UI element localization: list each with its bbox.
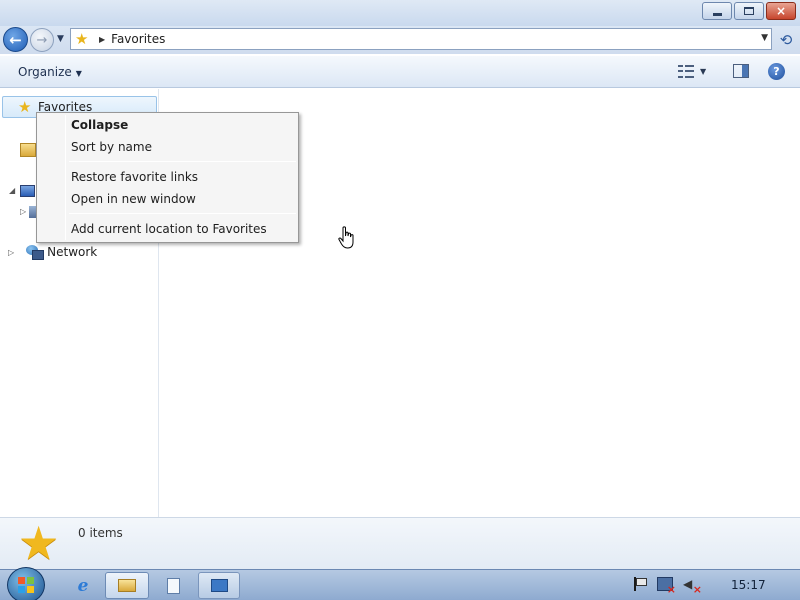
refresh-button[interactable]: ⟲: [776, 30, 796, 50]
menu-item-restore-favorite-links[interactable]: Restore favorite links: [39, 167, 296, 187]
star-icon: ★: [75, 30, 89, 48]
taskbar-notepad[interactable]: [153, 572, 193, 599]
volume-muted-icon[interactable]: ◀: [683, 577, 702, 596]
nav-item-label: Network: [47, 245, 98, 259]
network-icon: [26, 245, 45, 260]
taskbar-remote-desktop[interactable]: [198, 572, 240, 599]
recent-pages-dropdown[interactable]: ▼: [57, 34, 64, 44]
command-bar: Organize ▼ ▼ ?: [0, 56, 800, 88]
organize-label: Organize: [18, 65, 72, 79]
help-icon: ?: [773, 65, 780, 78]
address-dropdown-icon[interactable]: ▼: [761, 33, 768, 43]
item-count: 0 items: [78, 526, 123, 540]
address-bar[interactable]: ★ ▶ Favorites ▼: [70, 28, 772, 50]
menu-item-collapse[interactable]: Collapse: [39, 115, 296, 135]
hand-cursor-icon: [338, 226, 354, 249]
help-button[interactable]: ?: [768, 63, 785, 80]
menu-item-sort-by-name[interactable]: Sort by name: [39, 137, 296, 157]
back-arrow-icon: ←: [9, 30, 22, 49]
back-button[interactable]: ←: [3, 27, 28, 52]
breadcrumb-separator-icon[interactable]: ▶: [99, 35, 105, 44]
restore-button[interactable]: [734, 2, 764, 20]
window-controls: ×: [702, 2, 796, 20]
computer-icon[interactable]: [20, 185, 35, 197]
change-view-button[interactable]: ▼: [678, 64, 706, 78]
title-bar: ×: [0, 0, 800, 26]
close-icon: ×: [775, 4, 787, 18]
minimize-button[interactable]: [702, 2, 732, 20]
collapsed-triangle-icon[interactable]: ▷: [20, 207, 26, 216]
notepad-icon: [166, 577, 180, 594]
details-view-icon: [678, 64, 694, 78]
menu-item-open-in-new-window[interactable]: Open in new window: [39, 189, 296, 209]
expanded-triangle-icon[interactable]: ◢: [9, 186, 15, 195]
forward-arrow-icon: →: [36, 32, 48, 48]
menu-separator: [69, 161, 296, 162]
chevron-down-icon[interactable]: ▼: [700, 67, 706, 76]
internet-explorer-icon: e: [77, 575, 89, 596]
action-center-flag-icon[interactable]: [633, 577, 647, 591]
menu-item-add-current-location[interactable]: Add current location to Favorites: [39, 219, 296, 239]
windows-logo-icon: [18, 577, 34, 593]
remote-desktop-icon: [210, 579, 228, 592]
restore-icon: [744, 7, 754, 15]
preview-pane-button[interactable]: [733, 64, 749, 78]
taskbar-internet-explorer[interactable]: e: [66, 572, 100, 599]
taskbar: e ◀ 15:17: [0, 567, 800, 600]
favorites-star-icon: ★: [18, 516, 60, 570]
clock[interactable]: 15:17: [731, 578, 766, 592]
navigation-bar: ← → ▼ ★ ▶ Favorites ▼ ⟲: [0, 26, 800, 54]
details-pane: ★ 0 items: [0, 517, 800, 569]
address-path[interactable]: Favorites: [111, 32, 165, 46]
network-disconnected-icon[interactable]: [657, 577, 676, 596]
organize-button[interactable]: Organize ▼: [18, 65, 82, 79]
context-menu: Collapse Sort by name Restore favorite l…: [36, 112, 299, 243]
close-button[interactable]: ×: [766, 2, 796, 20]
libraries-icon[interactable]: [20, 143, 36, 157]
nav-item-network[interactable]: ▷ Network: [8, 245, 98, 260]
collapsed-triangle-icon[interactable]: ▷: [8, 248, 14, 257]
taskbar-windows-explorer[interactable]: [105, 572, 149, 599]
chevron-down-icon: ▼: [75, 69, 82, 78]
menu-separator: [69, 213, 296, 214]
system-tray: ◀: [633, 577, 702, 596]
folder-icon: [118, 579, 136, 592]
start-button[interactable]: [7, 567, 45, 600]
minimize-icon: [712, 12, 722, 16]
star-icon: ★: [18, 98, 32, 116]
refresh-icon: ⟲: [779, 31, 793, 49]
forward-button[interactable]: →: [30, 28, 54, 52]
